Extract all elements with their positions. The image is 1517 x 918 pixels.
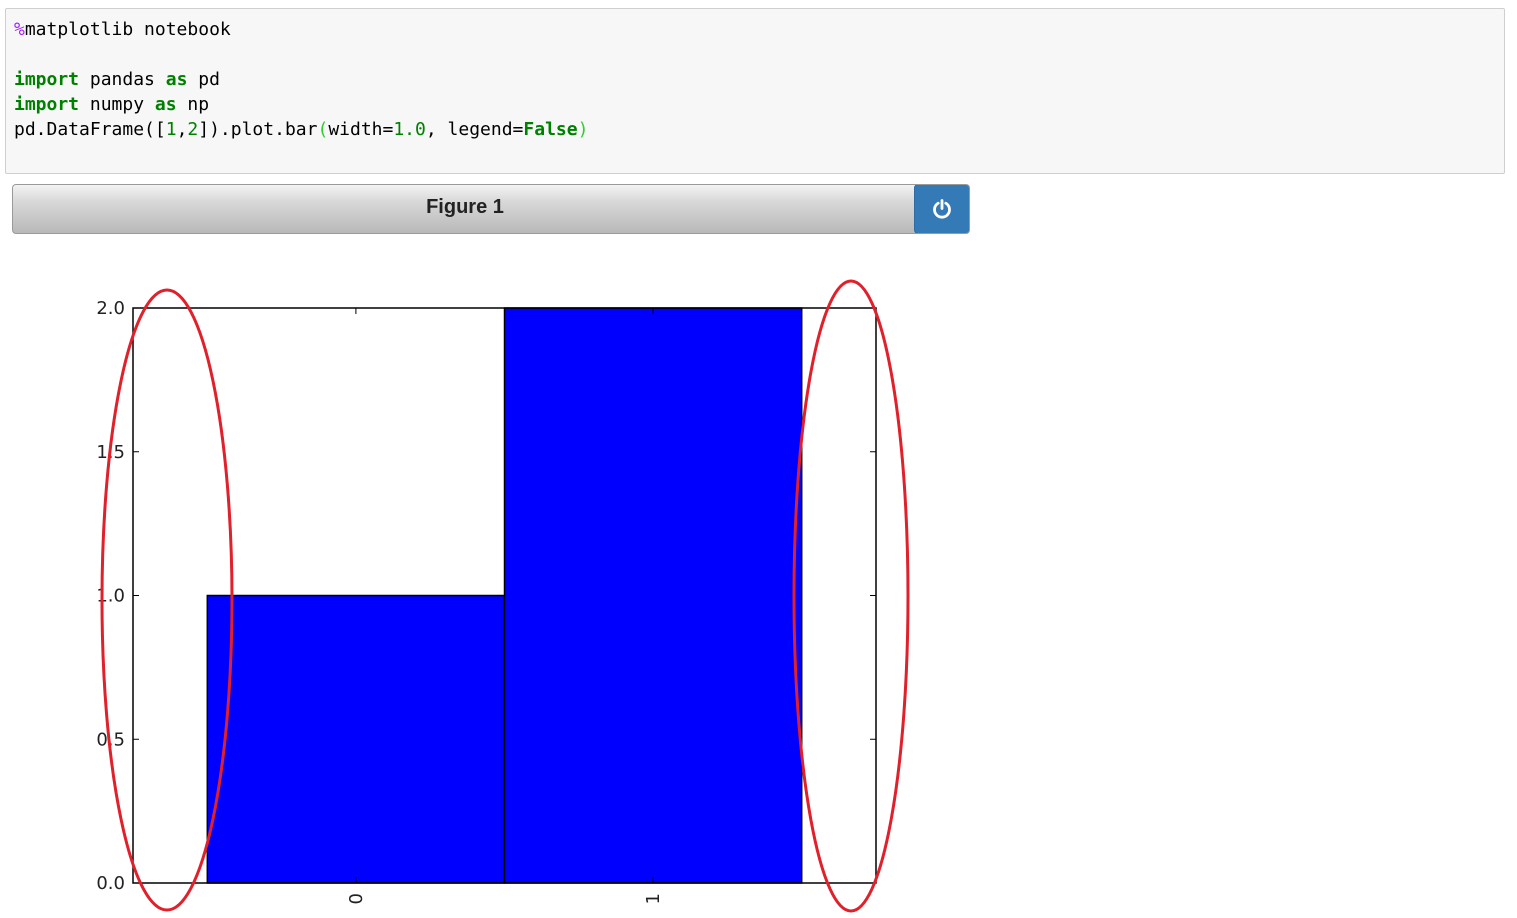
code-token: 1 [165, 119, 177, 140]
code-token: matplotlib notebook [24, 19, 231, 40]
code-token: numpy [79, 94, 155, 115]
code-token: as [165, 69, 188, 90]
code-token: width= [328, 119, 394, 140]
power-icon [933, 199, 951, 219]
code-token: import [14, 69, 80, 90]
code-token: np [176, 94, 210, 115]
y-tick-label: 2.0 [96, 298, 125, 319]
code-token: 1.0 [393, 119, 426, 140]
code-line: %matplotlib notebook [14, 17, 1496, 42]
code-token: pandas [79, 69, 166, 90]
code-token: pd [187, 69, 220, 90]
code-line: import pandas as pd [14, 67, 1496, 92]
close-figure-button[interactable] [914, 185, 969, 233]
figure-canvas[interactable]: 0.0 0.5 1.0 1.5 2.0 0 1 [0, 236, 1000, 914]
figure-header: Figure 1 [12, 184, 970, 234]
code-token: , [176, 119, 188, 140]
y-tick-label: 0.0 [96, 873, 125, 894]
x-tick-label: 0 [346, 893, 367, 904]
code-line: pd.DataFrame([1,2]).plot.bar(width=1.0, … [14, 117, 1496, 142]
code-line: import numpy as np [14, 92, 1496, 117]
annotation-ellipse [792, 279, 910, 913]
code-token: ) [577, 119, 589, 140]
code-editor[interactable]: %matplotlib notebook import pandas as pd i… [14, 17, 1496, 142]
figure-title: Figure 1 [426, 196, 504, 218]
code-token: ]).plot.bar [198, 119, 318, 140]
code-token: 2 [187, 119, 199, 140]
bar-chart: 0.00.51.01.52.00 1 [96, 279, 910, 913]
x-tick-label: 1 [643, 893, 664, 904]
code-token: pd.DataFrame([ [14, 119, 166, 140]
code-token: import [14, 94, 80, 115]
bar-0 [206, 594, 506, 884]
bar-1 [503, 307, 803, 884]
code-token: False [523, 119, 578, 140]
code-cell[interactable]: %matplotlib notebook import pandas as pd i… [5, 8, 1505, 174]
code-token: as [154, 94, 177, 115]
code-token: % [14, 19, 25, 40]
code-token: ( [317, 119, 329, 140]
code-token: , legend= [425, 119, 524, 140]
